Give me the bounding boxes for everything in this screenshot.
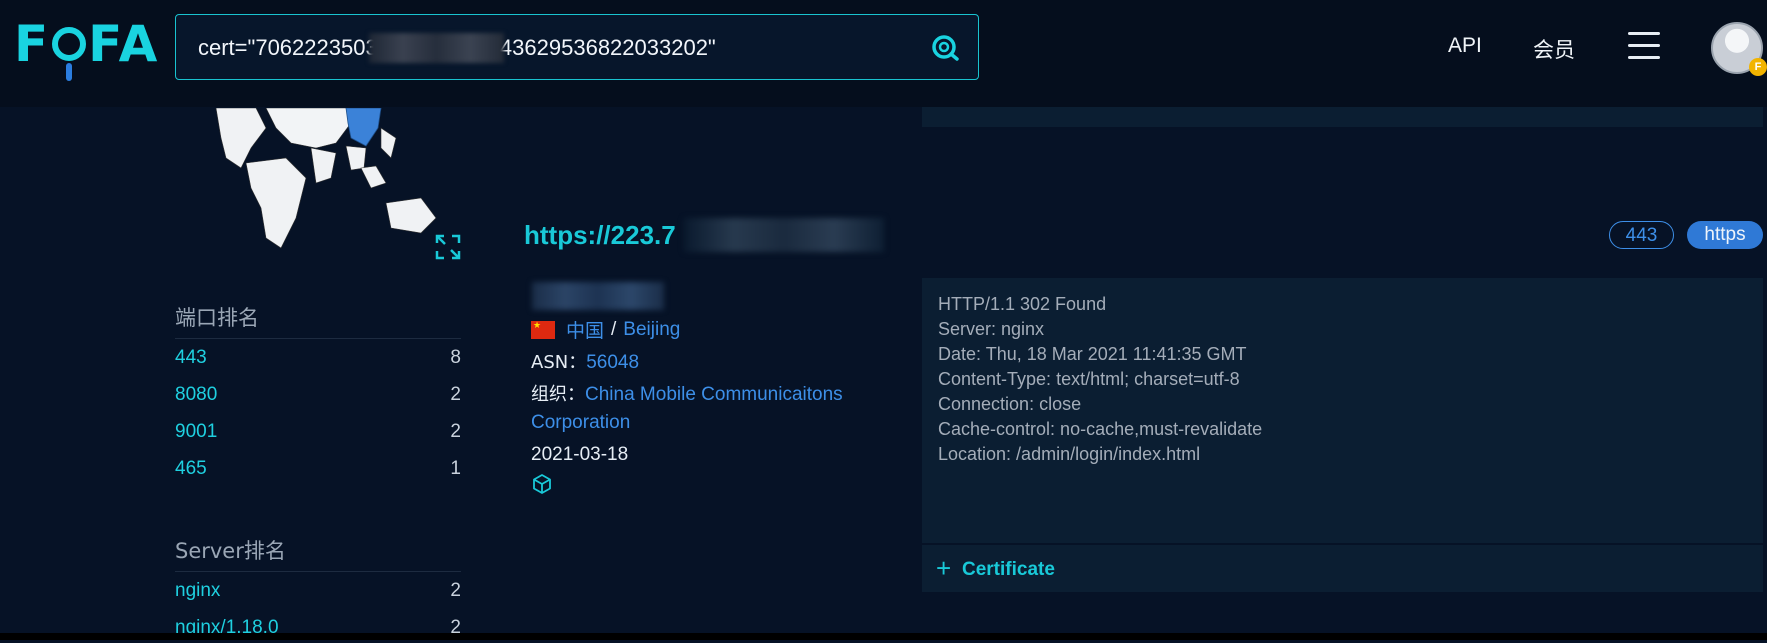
org-row-continued: Corporation — [531, 412, 630, 434]
protocol-tag[interactable]: https — [1687, 221, 1763, 249]
redacted-query-part — [369, 33, 504, 63]
port-rank-item[interactable]: 443 8 — [175, 347, 461, 373]
certificate-toggle[interactable]: + Certificate — [922, 545, 1763, 592]
server-rank-count: 2 — [450, 580, 461, 601]
port-rank-key: 465 — [175, 458, 207, 479]
port-rank-count: 1 — [450, 458, 461, 479]
header-line: Content-Type: text/html; charset=utf-8 — [938, 369, 1240, 389]
logo-o-icon — [52, 27, 87, 81]
asn-label: ASN： — [531, 352, 587, 373]
certificate-label: Certificate — [962, 559, 1055, 580]
location-separator: / — [611, 318, 617, 340]
port-rank-count: 2 — [450, 421, 461, 442]
port-tag[interactable]: 443 — [1609, 221, 1674, 249]
avatar[interactable]: F — [1711, 22, 1767, 76]
asn-row: ASN：56048 — [531, 348, 639, 374]
header-line: Cache-control: no-cache,must-revalidate — [938, 419, 1263, 439]
header-line: Date: Thu, 18 Mar 2021 11:41:35 GMT — [938, 344, 1247, 364]
org-row: 组织：China Mobile Communicaitons — [531, 380, 843, 406]
bottom-edge — [0, 633, 1767, 640]
logo-letters-fa: FA — [88, 15, 160, 73]
header-line: HTTP/1.1 302 Found — [938, 294, 1107, 314]
org-link[interactable]: China Mobile Communicaitons — [585, 384, 843, 405]
location: ★ 中国 / Beijing — [531, 316, 680, 343]
china-flag-icon: ★ — [531, 320, 555, 339]
port-rank-title: 端口排名 — [175, 306, 259, 330]
nav-api-link[interactable]: API — [1448, 34, 1482, 58]
org-link-continued[interactable]: Corporation — [531, 412, 630, 433]
map-expand-icon[interactable] — [434, 233, 462, 261]
cube-icon[interactable] — [531, 473, 553, 495]
port-rank-key: 9001 — [175, 421, 218, 442]
top-navbar: F FA API 会员 F — [0, 0, 1767, 107]
country-link[interactable]: 中国 — [566, 316, 604, 343]
port-rank-count: 2 — [450, 384, 461, 405]
fofa-logo[interactable]: F FA — [14, 14, 160, 81]
port-rank-key: 443 — [175, 347, 207, 368]
asn-link[interactable]: 56048 — [586, 352, 639, 373]
search-icon[interactable] — [926, 29, 964, 67]
divider — [175, 571, 461, 572]
port-rank-item[interactable]: 9001 2 — [175, 421, 461, 447]
header-line: Server: nginx — [938, 319, 1045, 339]
result-date: 2021-03-18 — [531, 444, 629, 465]
hamburger-menu-icon[interactable] — [1628, 32, 1660, 60]
logo-letter-f: F — [14, 15, 51, 73]
member-badge: F — [1749, 58, 1767, 76]
redacted-ip-address — [532, 282, 664, 310]
server-rank-title: Server排名 — [175, 539, 286, 563]
nav-member-link[interactable]: 会员 — [1533, 34, 1575, 64]
port-rank-key: 8080 — [175, 384, 218, 405]
port-rank-item[interactable]: 8080 2 — [175, 384, 461, 410]
port-rank-item[interactable]: 465 1 — [175, 458, 461, 484]
header-line: Location: /admin/login/index.html — [938, 444, 1201, 464]
search-box — [175, 14, 979, 80]
org-label: 组织： — [531, 384, 585, 405]
redacted-ip-part — [684, 218, 884, 252]
search-input[interactable] — [196, 29, 900, 67]
server-rank-key: nginx — [175, 580, 221, 601]
result-url-link[interactable]: https://223.7 — [524, 220, 676, 251]
divider — [175, 338, 461, 339]
header-line: Connection: close — [938, 394, 1082, 414]
city-link[interactable]: Beijing — [623, 319, 680, 341]
plus-icon: + — [936, 553, 952, 583]
http-response-header: HTTP/1.1 302 Found Server: nginx Date: T… — [922, 278, 1763, 543]
world-map — [215, 108, 437, 249]
port-rank-count: 8 — [450, 347, 461, 368]
server-rank-item[interactable]: nginx 2 — [175, 580, 461, 606]
